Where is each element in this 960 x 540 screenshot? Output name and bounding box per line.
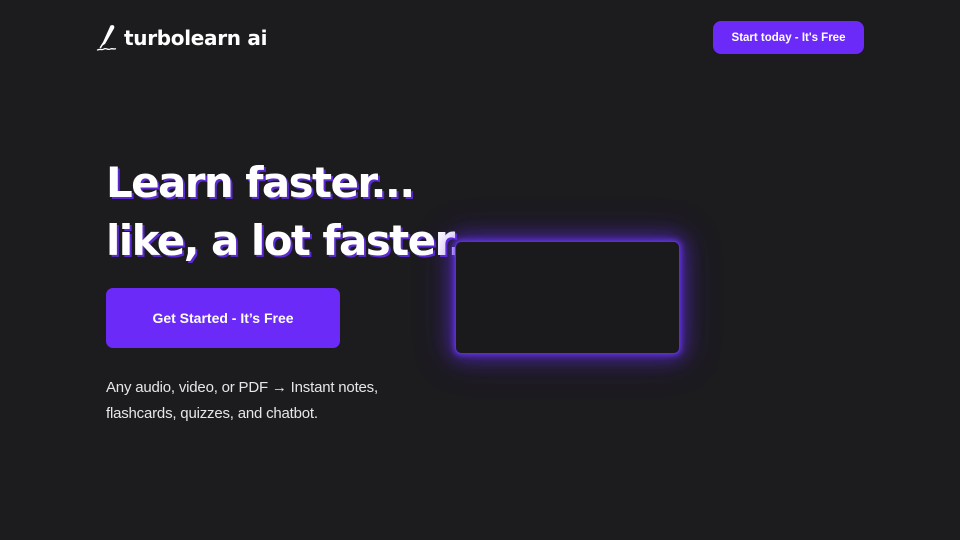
demo-video-frame[interactable] — [455, 241, 680, 354]
hero-subtext: Any audio, video, or PDF → Instant notes… — [106, 375, 436, 427]
start-today-button[interactable]: Start today - It's Free — [713, 21, 864, 54]
hero-subtext-line-2: flashcards, quizzes, and chatbot. — [106, 405, 318, 422]
get-started-button[interactable]: Get Started - It’s Free — [106, 288, 340, 348]
hero-title-line-2: like, a lot faster. — [106, 216, 464, 265]
landing-page: turbolearn ai Start today - It's Free Le… — [0, 0, 960, 540]
brand-logo-link[interactable]: turbolearn ai — [96, 22, 267, 54]
quill-pen-icon — [96, 25, 117, 51]
header: turbolearn ai Start today - It's Free — [0, 0, 960, 76]
hero-title-line-1: Learn faster... — [106, 158, 415, 207]
hero-subtext-line-1: Any audio, video, or PDF → Instant notes… — [106, 379, 378, 396]
hero-title: Learn faster... like, a lot faster. — [106, 154, 486, 270]
brand-name: turbolearn ai — [124, 26, 268, 50]
